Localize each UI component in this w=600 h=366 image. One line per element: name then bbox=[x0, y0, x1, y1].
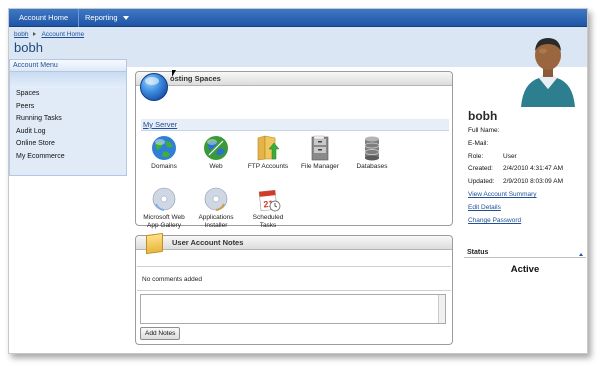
field-email-label: E-Mail: bbox=[468, 140, 489, 147]
breadcrumb-arrow-icon bbox=[33, 32, 37, 37]
menu-item-spaces[interactable]: Spaces bbox=[10, 88, 126, 101]
folder-upload-icon bbox=[257, 135, 280, 161]
tile-applications-installer-label-l1: Applications bbox=[198, 214, 234, 221]
notes-textarea[interactable] bbox=[140, 294, 446, 324]
tile-applications-installer-label-l2: Installer bbox=[204, 222, 228, 229]
field-created-label: Created: bbox=[468, 165, 493, 172]
page-title: bobh bbox=[14, 40, 43, 55]
notes-divider bbox=[137, 290, 451, 291]
account-menu-band bbox=[10, 72, 126, 88]
field-role-value: User bbox=[503, 153, 517, 160]
disc-icon bbox=[152, 187, 176, 211]
field-updated-label: Updated: bbox=[468, 178, 495, 185]
tile-ftp-accounts[interactable]: FTP Accounts bbox=[244, 135, 292, 171]
menu-item-my-ecommerce[interactable]: My Ecommerce bbox=[10, 151, 126, 164]
menu-item-running-tasks[interactable]: Running Tasks bbox=[10, 113, 126, 126]
tile-web-app-gallery[interactable]: Microsoft Web App Gallery bbox=[140, 186, 188, 230]
file-cabinet-icon bbox=[311, 135, 329, 161]
tile-web-app-gallery-label-l1: Microsoft Web bbox=[143, 214, 185, 221]
calendar-icon: 21 bbox=[258, 189, 281, 212]
tile-file-manager[interactable]: File Manager bbox=[296, 135, 344, 171]
user-account-notes-title: User Account Notes bbox=[136, 236, 452, 250]
tile-domains[interactable]: Domains bbox=[140, 135, 188, 171]
hosting-spaces-panel: osting Spaces My Server Domains Web FTP … bbox=[135, 70, 453, 229]
menu-item-audit-log[interactable]: Audit Log bbox=[10, 126, 126, 139]
tile-web-app-gallery-label-l2: App Gallery bbox=[147, 222, 181, 229]
tile-applications-installer[interactable]: Applications Installer bbox=[192, 186, 240, 230]
mouse-cursor-icon bbox=[172, 70, 176, 77]
server-divider bbox=[141, 130, 449, 131]
tile-scheduled-tasks[interactable]: 21 Scheduled Tasks bbox=[244, 186, 292, 230]
domains-globe-icon bbox=[152, 136, 176, 160]
user-avatar-icon bbox=[521, 38, 575, 107]
status-label: Status bbox=[467, 249, 489, 256]
breadcrumb-current-link[interactable]: Account Home bbox=[41, 31, 84, 38]
edit-details-link[interactable]: Edit Details bbox=[468, 204, 501, 211]
menu-item-online-store[interactable]: Online Store bbox=[10, 138, 126, 151]
breadcrumb-user-link[interactable]: bobh bbox=[14, 31, 28, 38]
notes-folder-icon bbox=[146, 232, 163, 255]
hosting-spaces-title: osting Spaces bbox=[136, 72, 452, 86]
user-name-heading: bobh bbox=[468, 109, 498, 123]
notes-scrollbar[interactable] bbox=[438, 295, 445, 323]
status-value: Active bbox=[510, 264, 540, 275]
top-nav-bar: Account Home Reporting bbox=[9, 9, 587, 27]
change-password-link[interactable]: Change Password bbox=[468, 217, 521, 224]
nav-account-home[interactable]: Account Home bbox=[11, 9, 80, 27]
nav-reporting[interactable]: Reporting bbox=[77, 9, 137, 27]
account-menu-title: Account Menu bbox=[10, 60, 126, 72]
tile-scheduled-tasks-label-l2: Tasks bbox=[259, 222, 277, 229]
account-menu: Account Menu Spaces Peers Running Tasks … bbox=[9, 59, 127, 176]
menu-item-peers[interactable]: Peers bbox=[10, 101, 126, 114]
tile-domains-label: Domains bbox=[151, 163, 177, 170]
field-created-value: 2/4/2010 4:31:47 AM bbox=[503, 165, 563, 172]
tile-scheduled-tasks-label-l1: Scheduled bbox=[252, 214, 284, 221]
chevron-down-icon bbox=[122, 16, 129, 21]
tile-file-manager-label: File Manager bbox=[301, 163, 339, 170]
field-role-label: Role: bbox=[468, 153, 484, 160]
tile-web[interactable]: Web bbox=[192, 135, 240, 171]
status-divider bbox=[464, 257, 586, 258]
notes-divider bbox=[137, 266, 451, 267]
collapse-arrow-icon[interactable] bbox=[579, 253, 583, 256]
field-full-name-label: Full Name: bbox=[468, 127, 500, 134]
app-window: Account Home Reporting bobh Account Home … bbox=[8, 8, 588, 354]
tile-ftp-accounts-label: FTP Accounts bbox=[247, 163, 289, 170]
add-notes-button[interactable]: Add Notes bbox=[140, 327, 181, 340]
breadcrumb: bobh Account Home bbox=[14, 31, 84, 38]
web-globe-icon bbox=[204, 136, 228, 160]
globe-icon bbox=[140, 73, 168, 101]
installer-disc-icon bbox=[204, 187, 228, 211]
status-section: Status Active bbox=[464, 247, 586, 277]
user-account-notes-panel: User Account Notes No comments added Add… bbox=[135, 232, 453, 345]
nav-reporting-label: Reporting bbox=[85, 13, 118, 22]
no-comments-text: No comments added bbox=[142, 276, 202, 283]
tile-databases-label: Databases bbox=[356, 163, 388, 170]
view-account-summary-link[interactable]: View Account Summary bbox=[468, 191, 537, 198]
database-icon bbox=[364, 136, 380, 161]
tile-databases[interactable]: Databases bbox=[348, 135, 396, 171]
tile-web-label: Web bbox=[209, 163, 223, 170]
my-server-link[interactable]: My Server bbox=[141, 119, 449, 130]
field-updated-value: 2/9/2010 8:03:09 AM bbox=[503, 178, 563, 185]
